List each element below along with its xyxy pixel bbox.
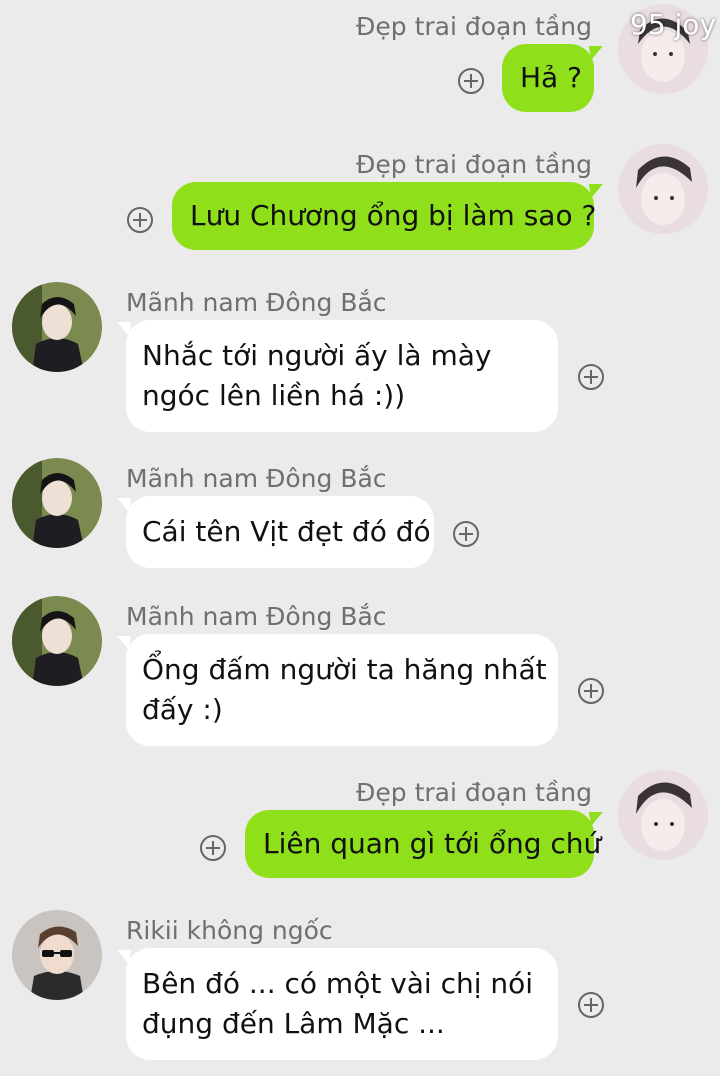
add-reaction-icon[interactable]	[200, 835, 226, 861]
add-reaction-icon[interactable]	[578, 678, 604, 704]
message-text: Cái tên Vịt đẹt đó đó	[142, 515, 431, 548]
add-reaction-icon[interactable]	[458, 68, 484, 94]
avatar[interactable]	[12, 910, 102, 1000]
message-bubble[interactable]: Hả ?	[502, 44, 594, 112]
avatar[interactable]	[12, 596, 102, 686]
message-text: Hả ?	[520, 61, 582, 94]
avatar[interactable]	[12, 458, 102, 548]
message-text: đụng đến Lâm Mặc ...	[142, 1007, 445, 1040]
sender-name: Đẹp trai đoạn tầng	[356, 778, 592, 807]
message-text: Lưu Chương ổng bị làm sao ?	[190, 199, 597, 232]
message-bubble[interactable]: Nhắc tới người ấy là mày ngóc lên liền h…	[126, 320, 558, 432]
sender-name: Mãnh nam Đông Bắc	[126, 602, 387, 631]
message-text: Bên đó ... có một vài chị nói	[142, 967, 534, 1000]
sender-name: Mãnh nam Đông Bắc	[126, 288, 387, 317]
add-reaction-icon[interactable]	[578, 364, 604, 390]
message-bubble[interactable]: Ổng đấm người ta hăng nhất đấy :)	[126, 634, 558, 746]
message-text: Nhắc tới người ấy là mày	[142, 339, 492, 372]
avatar[interactable]	[618, 770, 708, 860]
add-reaction-icon[interactable]	[127, 207, 153, 233]
sender-name: Rikii không ngốc	[126, 916, 333, 945]
message-text: đấy :)	[142, 693, 223, 726]
message-bubble[interactable]: Liên quan gì tới ổng chứ	[245, 810, 602, 878]
add-reaction-icon[interactable]	[453, 521, 479, 547]
message-bubble[interactable]: Lưu Chương ổng bị làm sao ?	[172, 182, 597, 250]
sender-name: Đẹp trai đoạn tầng	[356, 12, 592, 41]
sender-name: Mãnh nam Đông Bắc	[126, 464, 387, 493]
watermark-text: 95 joy	[630, 8, 717, 41]
avatar[interactable]	[618, 144, 708, 234]
sender-name: Đẹp trai đoạn tầng	[356, 150, 592, 179]
add-reaction-icon[interactable]	[578, 992, 604, 1018]
avatar[interactable]	[12, 282, 102, 372]
message-bubble[interactable]: Cái tên Vịt đẹt đó đó	[126, 496, 434, 568]
message-text: Liên quan gì tới ổng chứ	[263, 827, 602, 860]
message-text: Ổng đấm người ta hăng nhất	[142, 653, 547, 686]
message-bubble[interactable]: Bên đó ... có một vài chị nói đụng đến L…	[126, 948, 558, 1060]
message-text: ngóc lên liền há :))	[142, 379, 406, 412]
